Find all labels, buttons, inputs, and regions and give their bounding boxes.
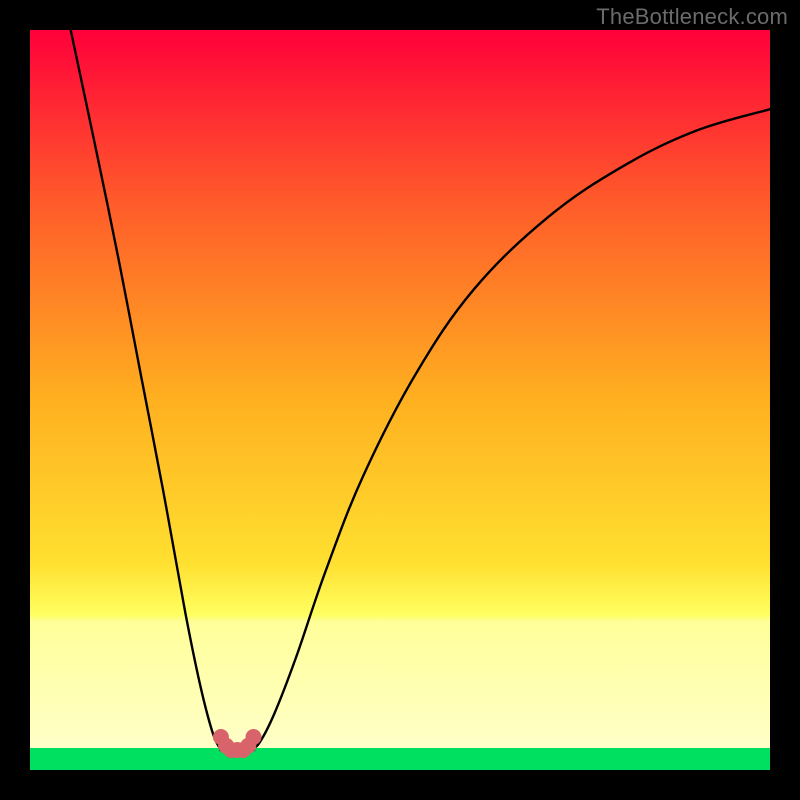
- valley-marker-dot: [246, 729, 262, 745]
- chart-frame: TheBottleneck.com: [0, 0, 800, 800]
- plot-svg: [30, 30, 770, 770]
- plot-area: [30, 30, 770, 770]
- watermark-text: TheBottleneck.com: [596, 4, 788, 30]
